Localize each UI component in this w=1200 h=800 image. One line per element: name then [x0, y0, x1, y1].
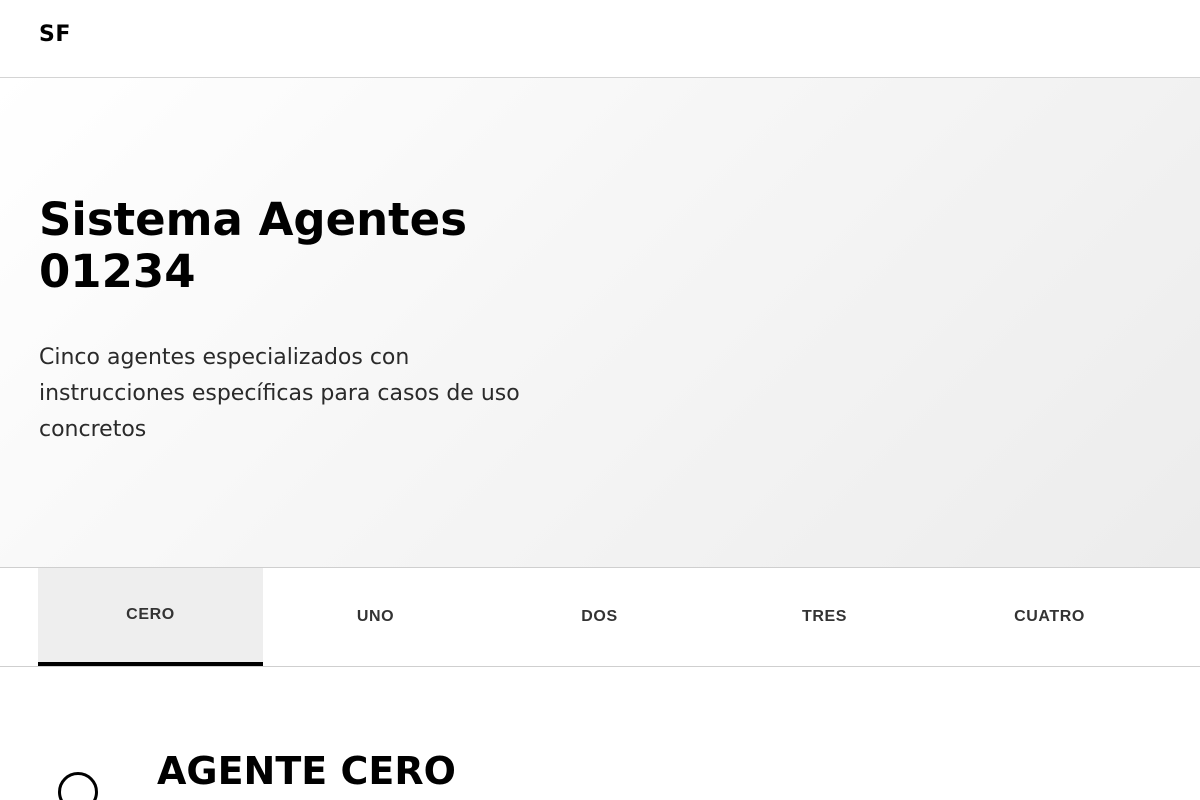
tab-cero[interactable]: CERO: [38, 568, 263, 666]
tab-dos[interactable]: DOS: [487, 568, 712, 666]
tab-cuatro[interactable]: CUATRO: [937, 568, 1162, 666]
agent-section: AGENTE CERO: [0, 667, 1200, 800]
circle-icon: [58, 772, 98, 800]
logo[interactable]: SF: [39, 22, 71, 47]
tab-label: UNO: [356, 608, 395, 625]
tab-uno[interactable]: UNO: [263, 568, 488, 666]
page-title: Sistema Agentes 01234: [39, 193, 467, 298]
tab-label: TRES: [801, 608, 848, 625]
tab-tres[interactable]: TRES: [712, 568, 937, 666]
hero-section: Sistema Agentes 01234 Cinco agentes espe…: [0, 78, 1200, 568]
top-bar: SF: [0, 0, 1200, 78]
page-subtitle: Cinco agentes especializados con instruc…: [39, 345, 520, 442]
tab-label: DOS: [581, 608, 618, 625]
tab-label: CERO: [126, 606, 175, 623]
tab-label: CUATRO: [1014, 608, 1085, 625]
agent-tabs: CERO UNO DOS TRES CUATRO: [0, 568, 1200, 667]
agent-title: AGENTE CERO: [157, 749, 456, 793]
